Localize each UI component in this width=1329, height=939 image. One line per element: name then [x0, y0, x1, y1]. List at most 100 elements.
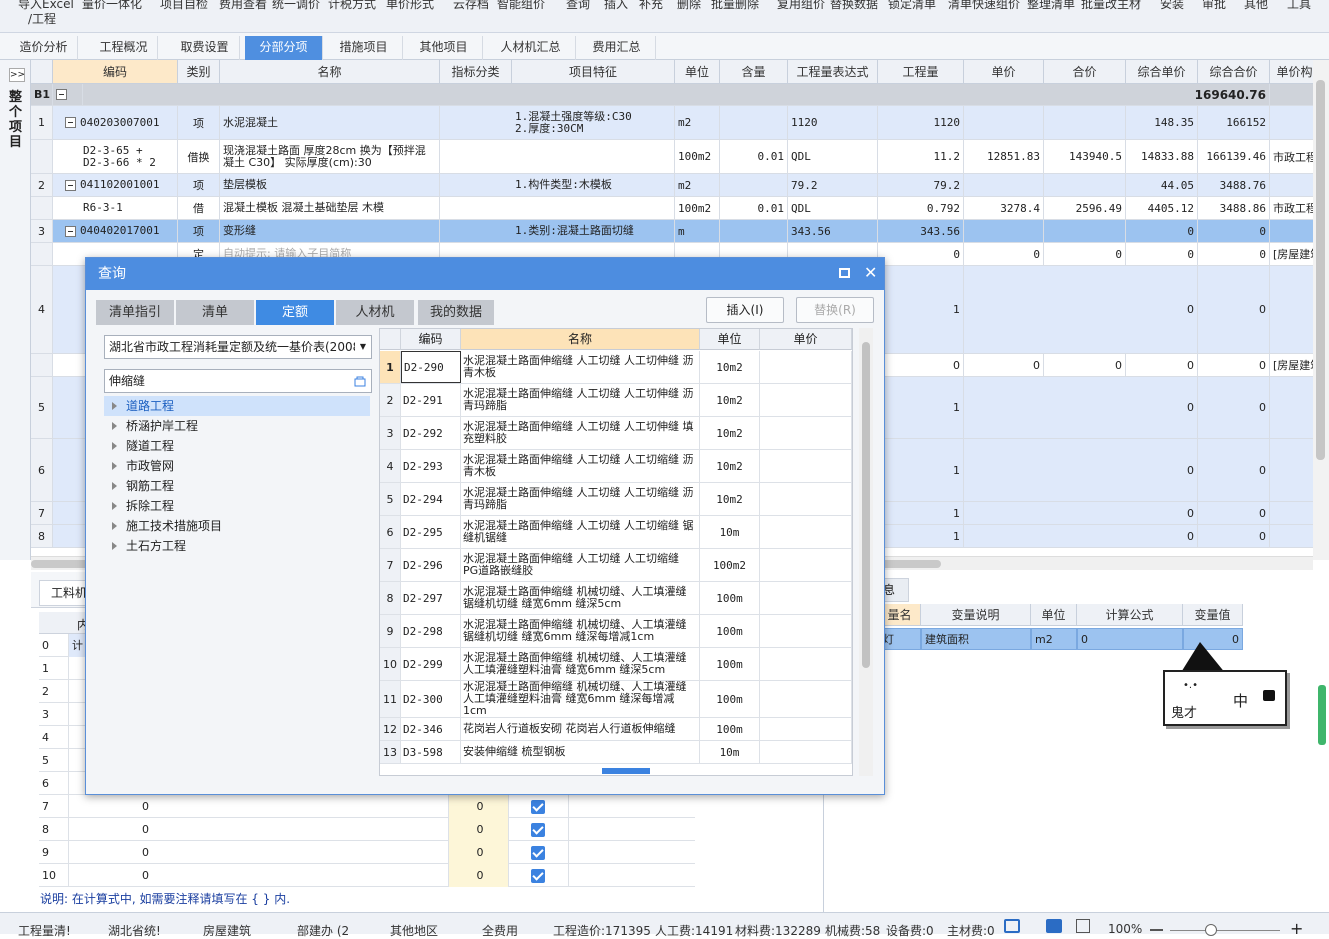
cell-uprice[interactable]: 44.05 — [1126, 174, 1198, 196]
cell-uprice[interactable]: 0 — [1126, 439, 1198, 501]
quota-library-select[interactable]: 湖北省市政工程消耗量定额及统一基价表(2008) ▼ — [104, 335, 372, 359]
grid-row[interactable]: 3 040402017001 项 变形缝 1.类别:混凝土路面切缝 m 343.56 343.… — [31, 220, 1313, 243]
cell-total[interactable]: 0 — [1198, 502, 1270, 524]
cell-qty[interactable]: 1 — [878, 377, 964, 438]
quota-name[interactable]: 水泥混凝土路面伸缩缝 机械切缝、人工填灌缝 锯缝机切缝 缝宽6mm 缝深每增减1… — [461, 615, 700, 647]
cell-extra[interactable]: 市政工程 — [1270, 197, 1313, 219]
cell-feature[interactable]: 1.类别:混凝土路面切缝 — [512, 220, 675, 242]
cell-extra[interactable] — [1270, 106, 1313, 139]
quota-code[interactable]: D2-291 — [401, 384, 461, 416]
dialog-tab-1[interactable]: 清单 — [176, 300, 254, 325]
quota-row[interactable]: 9 D2-298 水泥混凝土路面伸缩缝 机械切缝、人工填灌缝 锯缝机切缝 缝宽6mm… — [380, 615, 852, 648]
cell-feature[interactable] — [512, 197, 675, 219]
quota-code[interactable]: D3-598 — [401, 741, 461, 763]
expand-arrow-icon[interactable] — [112, 522, 117, 530]
calc-enable-cell[interactable] — [509, 818, 569, 841]
cell-qty[interactable]: 11.2 — [878, 140, 964, 173]
cell-qty[interactable]: 1 — [878, 525, 964, 547]
cell-price[interactable] — [964, 220, 1044, 242]
cell-total[interactable]: 0 — [1198, 220, 1270, 242]
calc-enable-cell[interactable] — [509, 864, 569, 887]
calc-row[interactable]: 10 0 0 — [39, 864, 695, 887]
tab-6[interactable]: 人材机汇总 — [486, 36, 576, 60]
replace-button[interactable]: 替换(R) — [796, 297, 874, 323]
cell-code[interactable]: 041102001001 — [53, 174, 178, 196]
cell-price[interactable]: 3278.4 — [964, 197, 1044, 219]
cell-name[interactable]: 变形缝 — [220, 220, 440, 242]
cell-qty[interactable]: 1120 — [878, 106, 964, 139]
tab-3[interactable]: 分部分项 — [245, 36, 323, 60]
cell-unit[interactable]: 100m2 — [675, 197, 720, 219]
grid-header-6[interactable]: 含量 — [720, 60, 788, 84]
cell-uprice[interactable]: 0 — [1126, 354, 1198, 376]
quota-table-scrollbar[interactable] — [859, 328, 873, 776]
quota-row[interactable]: 10 D2-299 水泥混凝土路面伸缩缝 机械切缝、人工填灌缝 人工填灌缝塑料油膏 … — [380, 648, 852, 681]
quota-name[interactable]: 水泥混凝土路面伸缩缝 人工切缝 人工切缩缝 沥青玛蹄脂 — [461, 483, 700, 515]
quota-code[interactable]: D2-292 — [401, 417, 461, 449]
zoom-slider[interactable] — [1170, 930, 1280, 931]
cell-qty[interactable]: 0 — [878, 354, 964, 376]
cell-total[interactable]: 0 — [1198, 354, 1270, 376]
cell-type[interactable]: 项 — [178, 220, 220, 242]
cell-total[interactable]: 0 — [1198, 525, 1270, 547]
tab-0[interactable]: 造价分析 — [10, 36, 78, 60]
grid-header-4[interactable]: 项目特征 — [512, 60, 675, 84]
cell-code[interactable]: R6-3-1 — [53, 197, 178, 219]
calc-expression[interactable]: 0 — [139, 818, 449, 841]
cell-price[interactable]: 0 — [964, 354, 1044, 376]
quota-name[interactable]: 水泥混凝土路面伸缩缝 人工切缝 人工切缩缝 PG道路嵌缝胶 — [461, 549, 700, 581]
toolbar-item[interactable]: 批量删除 — [711, 0, 759, 12]
table-resize-handle[interactable] — [602, 768, 650, 774]
grid-row[interactable]: 2 041102001001 项 垫层模板 1.构件类型:木模板 m2 79.2 79.2 44… — [31, 174, 1313, 197]
tree-node[interactable]: 道路工程 — [104, 396, 370, 416]
quota-name[interactable]: 水泥混凝土路面伸缩缝 人工切缝 人工切伸缝 沥青木板 — [461, 351, 700, 383]
close-icon[interactable]: ✕ — [864, 263, 877, 282]
calc-expression[interactable]: 0 — [139, 864, 449, 887]
cell-expr[interactable]: 1120 — [788, 106, 878, 139]
calc-enable-cell[interactable] — [509, 841, 569, 864]
cell-total[interactable]: 0 — [1198, 266, 1270, 353]
cell-content[interactable] — [720, 220, 788, 242]
search-input[interactable]: 伸缩缝 — [104, 369, 372, 393]
collapse-toggle-icon[interactable] — [56, 89, 67, 100]
cell-name[interactable]: 混凝土模板 混凝土基础垫层 木模 — [220, 197, 440, 219]
cell-amount[interactable]: 143940.5 — [1044, 140, 1126, 173]
quota-row[interactable]: 11 D2-300 水泥混凝土路面伸缩缝 机械切缝、人工填灌缝 人工填灌缝塑料油膏 … — [380, 681, 852, 718]
quota-row[interactable]: 7 D2-296 水泥混凝土路面伸缩缝 人工切缝 人工切缩缝 PG道路嵌缝胶 100m… — [380, 549, 852, 582]
cell-qty[interactable]: 1 — [878, 266, 964, 353]
cell-name[interactable]: 水泥混凝土 — [220, 106, 440, 139]
quota-name[interactable]: 水泥混凝土路面伸缩缝 人工切缝 人工切缩缝 沥青木板 — [461, 450, 700, 482]
toolbar-item[interactable]: 删除 — [677, 0, 701, 12]
quota-row[interactable]: 4 D2-293 水泥混凝土路面伸缩缝 人工切缝 人工切缩缝 沥青木板 10m2 — [380, 450, 852, 483]
toolbar-item[interactable]: 审批 — [1202, 0, 1226, 12]
quota-name[interactable]: 水泥混凝土路面伸缩缝 机械切缝、人工填灌缝 人工填灌缝塑料油膏 缝宽6mm 缝深… — [461, 681, 700, 717]
expand-arrow-icon[interactable] — [112, 482, 117, 490]
cell-content[interactable]: 0.01 — [720, 140, 788, 173]
cell-type[interactable]: 借 — [178, 197, 220, 219]
quota-row[interactable]: 12 D2-346 花岗岩人行道板安砌 花岗岩人行道板伸缩缝 100m — [380, 718, 852, 741]
cell-unit[interactable]: m2 — [675, 106, 720, 139]
cell-uprice[interactable]: 0 — [1126, 243, 1198, 265]
cell-total[interactable]: 166139.46 — [1198, 140, 1270, 173]
cell-code[interactable]: 040203007001 — [53, 106, 178, 139]
grid-header-5[interactable]: 单位 — [675, 60, 720, 84]
expand-arrow-icon[interactable] — [112, 542, 117, 550]
cell-price[interactable] — [964, 106, 1044, 139]
grid-header-10[interactable]: 合价 — [1044, 60, 1126, 84]
cell-price[interactable] — [964, 174, 1044, 196]
layout-icon[interactable] — [1046, 919, 1062, 933]
quota-code[interactable]: D2-346 — [401, 718, 461, 740]
cell-type[interactable]: 项 — [178, 174, 220, 196]
toolbar-item[interactable]: 补充 — [639, 0, 663, 12]
toolbar-item[interactable]: 批量改主材 — [1081, 0, 1141, 12]
cell-price[interactable]: 0 — [964, 243, 1044, 265]
grid-row[interactable]: D2-3-65 + D2-3-66 * 2 借换 现浇混凝土路面 厚度28cm 换为… — [31, 140, 1313, 174]
enable-checkbox[interactable] — [531, 846, 545, 860]
quota-code[interactable]: D2-299 — [401, 648, 461, 680]
cell-total[interactable]: 166152 — [1198, 106, 1270, 139]
cell-total[interactable]: 0 — [1198, 377, 1270, 438]
shirt-icon[interactable] — [1263, 690, 1275, 701]
toolbar-item[interactable]: 锁定清单 — [888, 0, 936, 12]
cell-content[interactable] — [720, 174, 788, 196]
grid-header-8[interactable]: 工程量 — [878, 60, 964, 84]
